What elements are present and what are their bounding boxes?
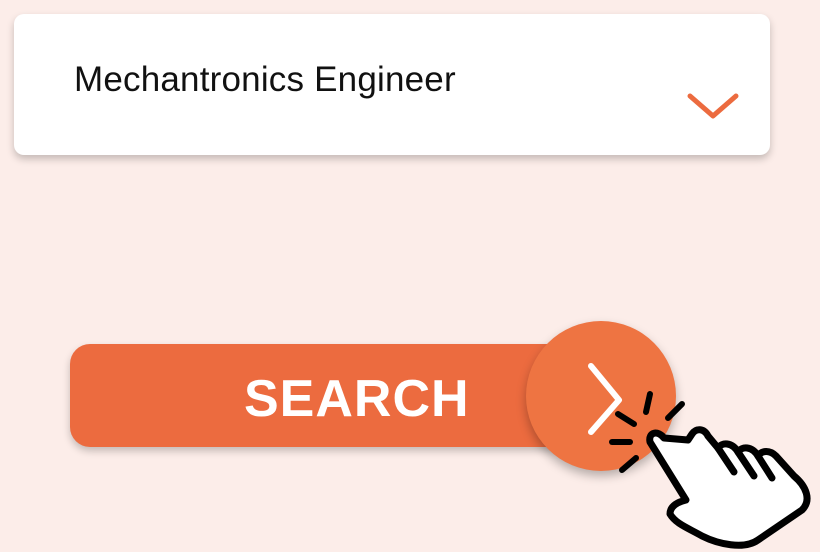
hand-pointer-click-icon — [609, 391, 811, 549]
job-title-dropdown[interactable]: Mechantronics Engineer — [14, 14, 770, 155]
chevron-down-icon[interactable] — [684, 84, 742, 124]
dropdown-selected-value: Mechantronics Engineer — [74, 60, 456, 99]
search-button-label: SEARCH — [244, 370, 470, 428]
